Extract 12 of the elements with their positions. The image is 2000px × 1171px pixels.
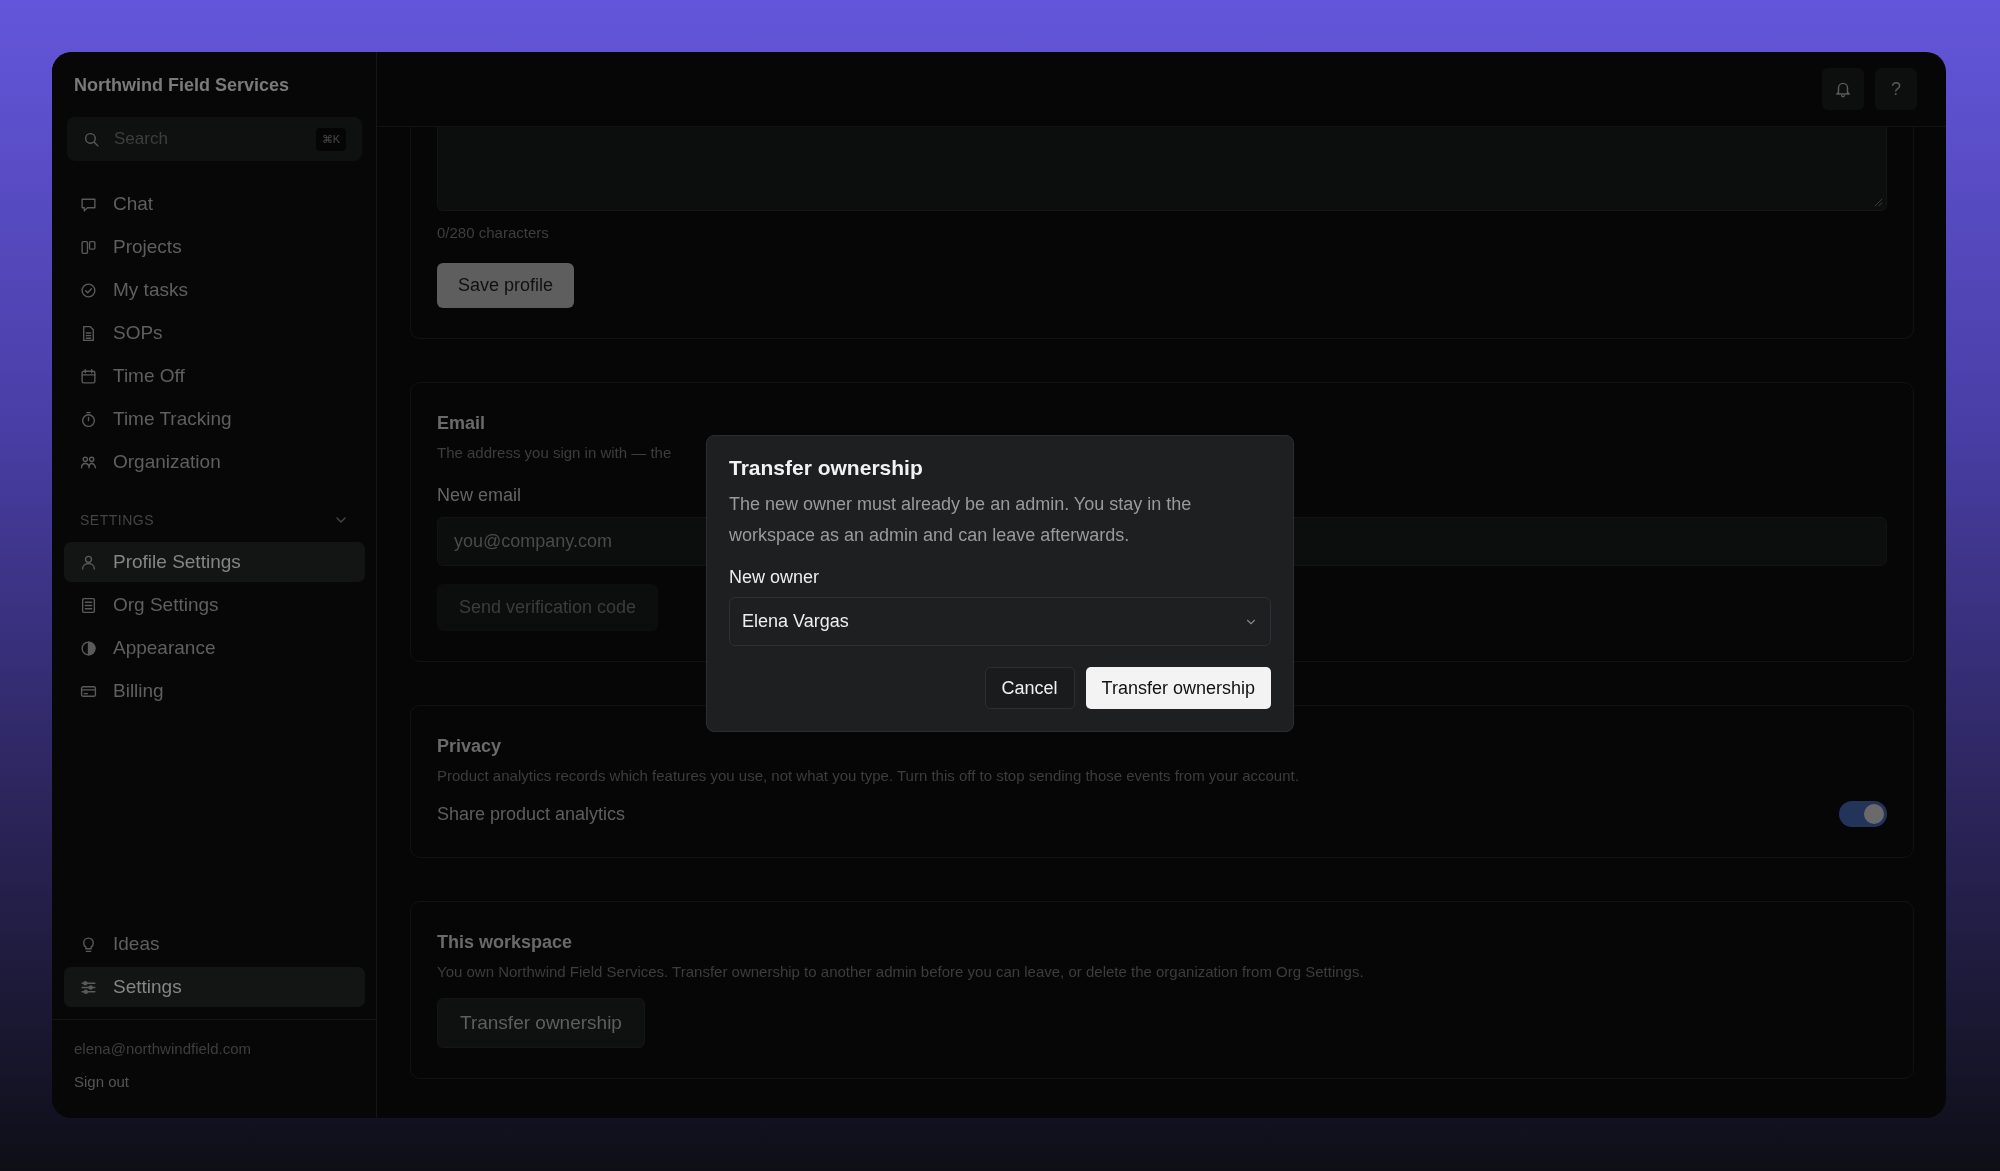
field-label: New email bbox=[437, 485, 522, 506]
card-title: This workspace bbox=[437, 932, 573, 953]
workspace-name: Northwind Field Services bbox=[73, 74, 291, 97]
dialog-text: The new owner must already be an admin. You stay in the workspace as an admin and can leave afterwards. bbox=[729, 493, 1193, 547]
section-label: SETTINGS bbox=[80, 512, 154, 528]
dialog-title: Transfer ownership bbox=[729, 456, 924, 480]
toggle-label: Share product analytics bbox=[437, 803, 626, 825]
card-title: Email bbox=[437, 413, 486, 434]
shortcut-badge: ⌘K bbox=[315, 127, 346, 151]
field-label: New owner bbox=[729, 567, 821, 588]
card-title: Privacy bbox=[437, 736, 502, 757]
character-count: 0/280 characters bbox=[437, 224, 549, 241]
